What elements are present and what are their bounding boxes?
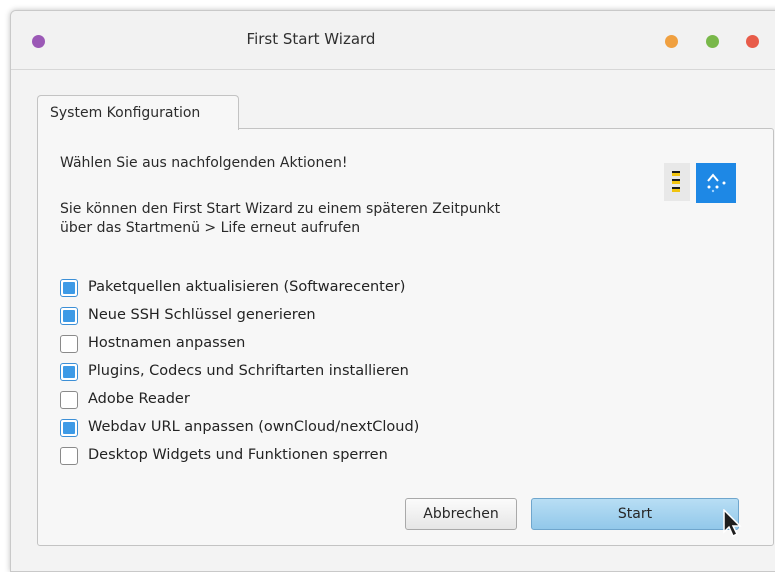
intro-line-1: Sie können den First Start Wizard zu ein… bbox=[60, 201, 501, 217]
option-checkbox[interactable] bbox=[60, 419, 78, 437]
wizard-window: First Start Wizard System Konfiguration … bbox=[10, 10, 775, 572]
option-label: Adobe Reader bbox=[88, 391, 190, 407]
start-button[interactable]: Start bbox=[531, 498, 739, 530]
intro-line-2: über das Startmenü > Life erneut aufrufe… bbox=[60, 220, 361, 236]
option-checkbox[interactable] bbox=[60, 363, 78, 381]
option-checkbox[interactable] bbox=[60, 447, 78, 465]
option-label: Hostnamen anpassen bbox=[88, 335, 246, 351]
close-icon[interactable] bbox=[746, 35, 759, 48]
option-checkbox[interactable] bbox=[60, 307, 78, 325]
mouse-pointer-icon bbox=[723, 509, 742, 538]
tab-label: System Konfiguration bbox=[50, 105, 201, 121]
option-checkbox[interactable] bbox=[60, 391, 78, 409]
window-title: First Start Wizard bbox=[246, 30, 376, 48]
option-label: Webdav URL anpassen (ownCloud/nextCloud) bbox=[88, 419, 420, 435]
maximize-icon[interactable] bbox=[706, 35, 719, 48]
cancel-button[interactable]: Abbrechen bbox=[405, 498, 517, 530]
tab-panel: Wählen Sie aus nachfolgenden Aktionen! S… bbox=[37, 128, 774, 546]
app-logo-icon bbox=[664, 163, 736, 203]
option-label: Desktop Widgets und Funktionen sperren bbox=[88, 447, 388, 463]
option-label: Plugins, Codecs und Schriftarten install… bbox=[88, 363, 409, 379]
option-label: Paketquellen aktualisieren (Softwarecent… bbox=[88, 279, 406, 295]
option-checkbox[interactable] bbox=[60, 279, 78, 297]
title-bar[interactable]: First Start Wizard bbox=[11, 11, 775, 70]
minimize-icon[interactable] bbox=[665, 35, 678, 48]
option-label: Neue SSH Schlüssel generieren bbox=[88, 307, 316, 323]
intro-heading: Wählen Sie aus nachfolgenden Aktionen! bbox=[60, 155, 348, 171]
option-checkbox[interactable] bbox=[60, 335, 78, 353]
tab-system-konfiguration[interactable]: System Konfiguration bbox=[37, 95, 239, 130]
